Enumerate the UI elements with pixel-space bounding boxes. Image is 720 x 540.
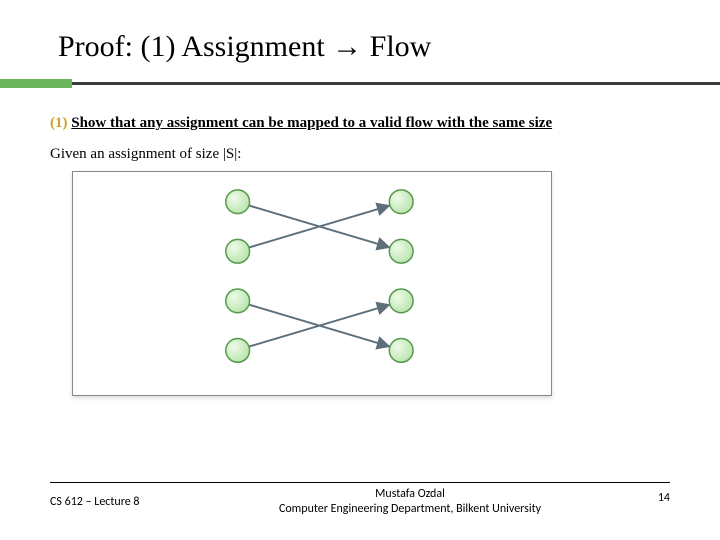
footer-author: Mustafa Ozdal (210, 487, 610, 503)
left-node-4 (226, 339, 250, 363)
given-line: Given an assignment of size |S|: (50, 146, 670, 163)
diagram-svg (73, 172, 551, 395)
slide-footer: CS 612 – Lecture 8 Mustafa Ozdal Compute… (50, 482, 670, 518)
step-number: (1) (50, 115, 68, 131)
left-node-1 (226, 190, 250, 214)
accent-block (0, 79, 72, 88)
right-node-1 (389, 190, 413, 214)
title-rule (0, 82, 720, 85)
right-node-3 (389, 289, 413, 313)
page-number: 14 (610, 487, 670, 505)
slide-title: Proof: (1) Assignment → Flow (50, 30, 670, 64)
right-node-4 (389, 339, 413, 363)
left-node-2 (226, 239, 250, 263)
proof-step-line: (1) Show that any assignment can be mapp… (50, 115, 670, 132)
slide: Proof: (1) Assignment → Flow (1) Show th… (0, 0, 720, 540)
left-node-3 (226, 289, 250, 313)
footer-dept: Computer Engineering Department, Bilkent… (210, 502, 610, 518)
right-node-2 (389, 239, 413, 263)
footer-course: CS 612 – Lecture 8 (50, 487, 210, 509)
bipartite-diagram (72, 171, 552, 396)
footer-center: Mustafa Ozdal Computer Engineering Depar… (210, 487, 610, 518)
footer-rule (50, 482, 670, 483)
footer-row: CS 612 – Lecture 8 Mustafa Ozdal Compute… (50, 487, 670, 518)
step-text: Show that any assignment can be mapped t… (71, 115, 552, 131)
